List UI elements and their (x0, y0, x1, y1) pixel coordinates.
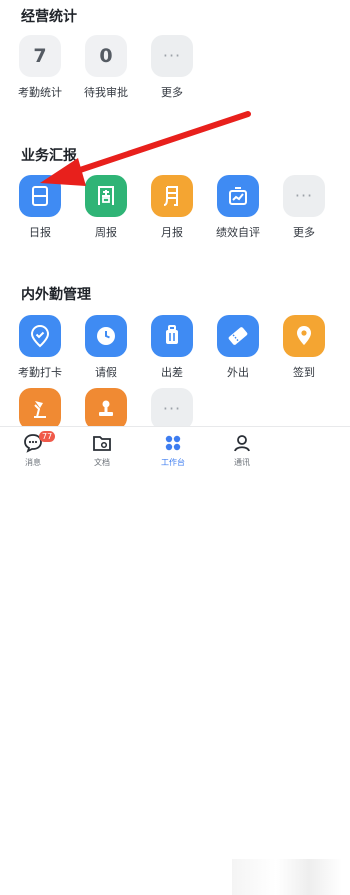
pending-approval-count: 0 (85, 35, 127, 77)
attendance-stats-count: 7 (19, 35, 61, 77)
bottom-navigation: 77 消息 文档 工作台 通讯 (0, 426, 350, 895)
stamp-icon (85, 388, 127, 430)
sign-in-label: 签到 (293, 366, 315, 379)
business-trip-label: 出差 (161, 366, 183, 379)
tab-workbench[interactable]: 工作台 (143, 433, 203, 468)
stats-more-tile[interactable]: ··· 更多 (142, 35, 202, 100)
attendance-checkin-tile[interactable]: 考勤打卡 (10, 315, 70, 380)
ticket-icon (217, 315, 259, 357)
watermark-blur (232, 859, 342, 895)
grid-icon (162, 433, 184, 453)
pending-approval-label: 待我审批 (84, 86, 128, 99)
desk-lamp-icon (19, 388, 61, 430)
tab-contacts-label: 通讯 (234, 458, 250, 467)
lamp-app-tile[interactable] (10, 388, 70, 430)
more-icon: ··· (151, 35, 193, 77)
performance-review-label: 绩效自评 (216, 226, 260, 239)
tab-contacts[interactable]: 通讯 (212, 433, 272, 468)
attendance-stats-label: 考勤统计 (18, 86, 62, 99)
report-more-label: 更多 (293, 226, 315, 239)
luggage-icon (151, 315, 193, 357)
daily-report-label: 日报 (29, 226, 51, 239)
attendance-mgmt-title: 内外勤管理 (21, 287, 91, 303)
attendance-checkin-label: 考勤打卡 (18, 366, 62, 379)
stamp-app-tile[interactable] (76, 388, 136, 430)
business-trip-tile[interactable]: 出差 (142, 315, 202, 380)
monthly-report-tile[interactable]: 月报 (142, 175, 202, 240)
location-pin-icon (283, 315, 325, 357)
clock-icon (85, 315, 127, 357)
attendance-more-tile[interactable]: ··· (142, 388, 202, 430)
leave-tile[interactable]: 请假 (76, 315, 136, 380)
monthly-report-icon (151, 175, 193, 217)
attendance-stats-tile[interactable]: 7 考勤统计 (10, 35, 70, 100)
tab-documents[interactable]: 文档 (72, 433, 132, 468)
checkin-shield-icon (19, 315, 61, 357)
tab-messages[interactable]: 77 消息 (3, 431, 63, 468)
sign-in-tile[interactable]: 签到 (274, 315, 334, 380)
go-out-label: 外出 (227, 366, 249, 379)
daily-report-tile[interactable]: 日报 (10, 175, 70, 240)
tab-workbench-label: 工作台 (161, 458, 185, 467)
leave-label: 请假 (95, 366, 117, 379)
more-icon: ··· (151, 388, 193, 430)
tab-messages-label: 消息 (25, 458, 41, 467)
weekly-report-tile[interactable]: 周报 (76, 175, 136, 240)
contacts-icon (231, 433, 253, 453)
business-report-title: 业务汇报 (21, 148, 77, 164)
pending-approval-tile[interactable]: 0 待我审批 (76, 35, 136, 100)
weekly-report-icon (85, 175, 127, 217)
weekly-report-label: 周报 (95, 226, 117, 239)
folder-icon (91, 433, 113, 453)
report-more-tile[interactable]: ··· 更多 (274, 175, 334, 240)
performance-review-tile[interactable]: 绩效自评 (208, 175, 268, 240)
go-out-tile[interactable]: 外出 (208, 315, 268, 380)
daily-report-icon (19, 175, 61, 217)
more-icon: ··· (283, 175, 325, 217)
message-badge: 77 (39, 431, 56, 442)
business-stats-title: 经营统计 (21, 9, 77, 25)
stats-more-label: 更多 (161, 86, 183, 99)
monthly-report-label: 月报 (161, 226, 183, 239)
tab-documents-label: 文档 (94, 458, 110, 467)
performance-chart-icon (217, 175, 259, 217)
